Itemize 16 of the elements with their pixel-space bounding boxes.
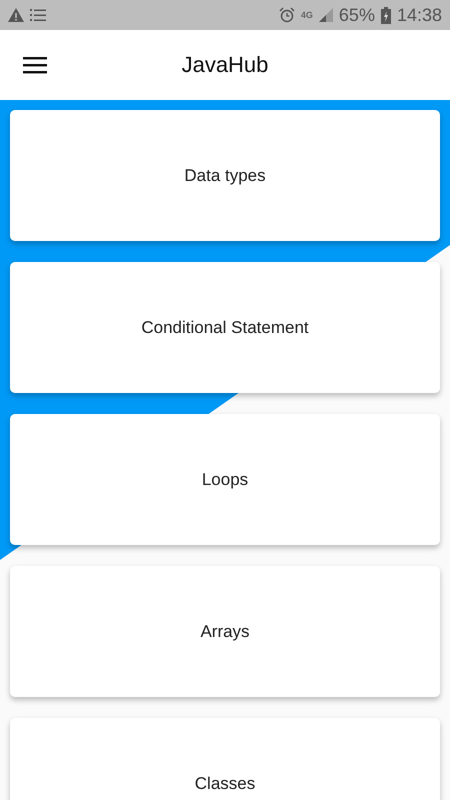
alarm-icon xyxy=(278,7,295,23)
topic-card[interactable]: Classes xyxy=(10,718,440,800)
topic-card[interactable]: Loops xyxy=(10,414,440,545)
network-type: 4G xyxy=(300,10,313,20)
signal-icon xyxy=(318,8,333,22)
topic-card[interactable]: Conditional Statement xyxy=(10,262,440,393)
list-icon xyxy=(30,8,46,22)
menu-button[interactable] xyxy=(23,56,47,74)
menu-icon xyxy=(23,56,47,74)
topic-card[interactable]: Arrays xyxy=(10,566,440,697)
warning-icon xyxy=(8,8,24,22)
topic-card[interactable]: Data types xyxy=(10,110,440,241)
app-title: JavaHub xyxy=(180,52,270,78)
clock-time: 14:38 xyxy=(396,4,442,26)
battery-percent: 65% xyxy=(338,4,375,26)
battery-charging-icon xyxy=(380,6,391,24)
